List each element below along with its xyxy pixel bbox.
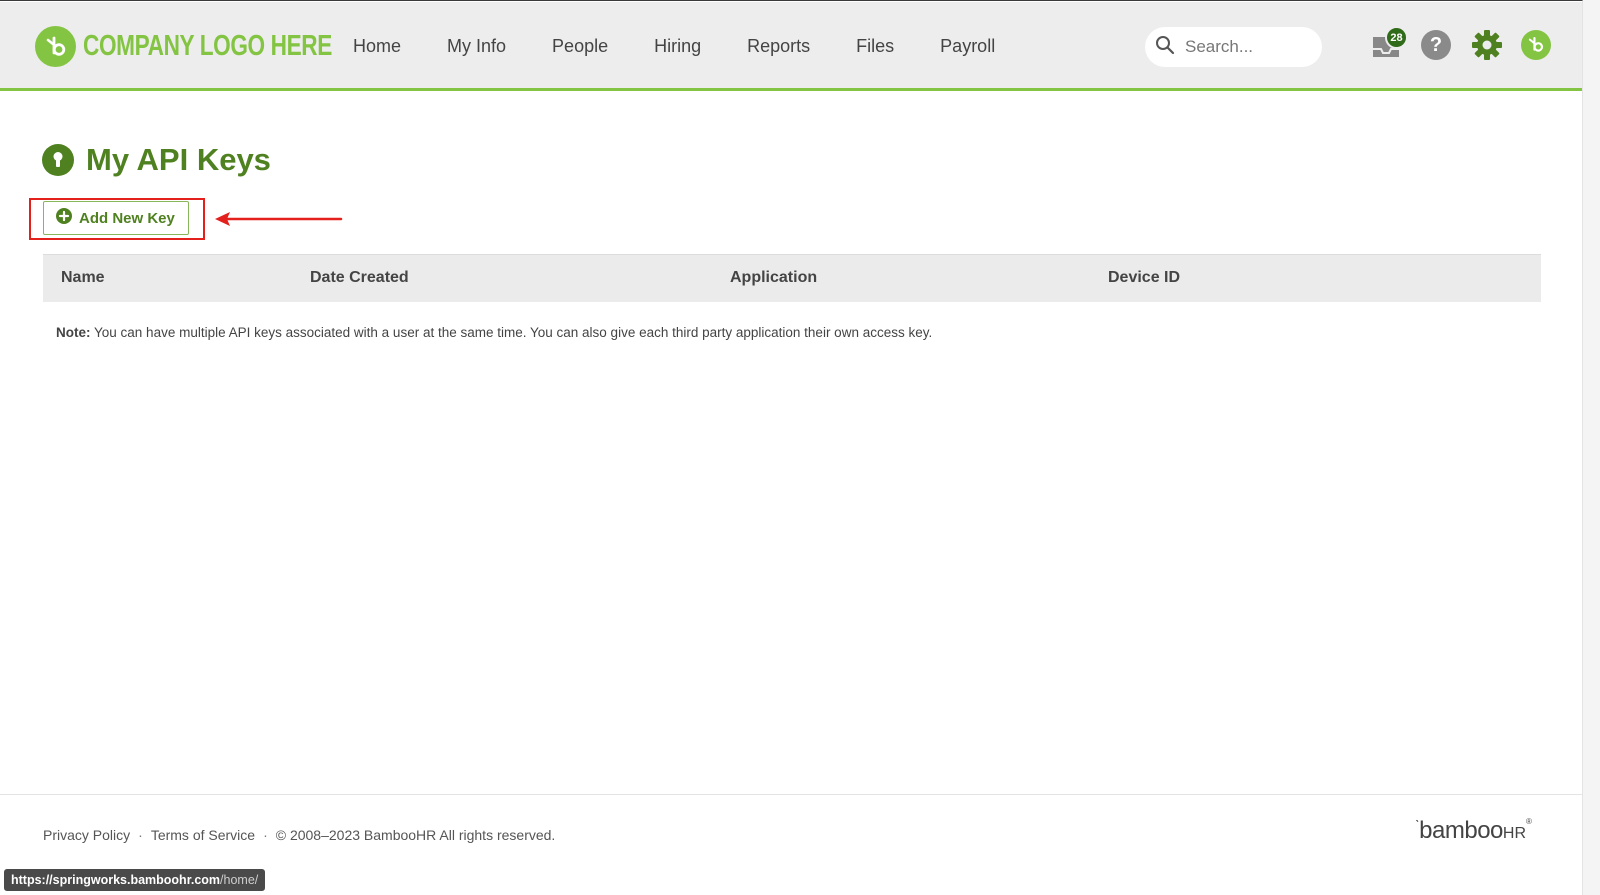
help-icon[interactable]: ? bbox=[1421, 30, 1451, 60]
main-nav: Home My Info People Hiring Reports Files… bbox=[330, 2, 1018, 91]
search-input[interactable] bbox=[1185, 37, 1315, 57]
privacy-policy-link[interactable]: Privacy Policy bbox=[43, 827, 130, 843]
page-heading: My API Keys bbox=[42, 142, 271, 178]
terms-of-service-link[interactable]: Terms of Service bbox=[151, 827, 255, 843]
column-date-created[interactable]: Date Created bbox=[310, 269, 409, 287]
nav-hiring[interactable]: Hiring bbox=[654, 36, 701, 57]
footer-separator: · bbox=[263, 827, 268, 843]
browser-window: COMPANY LOGO HERE Home My Info People Hi… bbox=[0, 0, 1583, 895]
inbox-count-badge: 28 bbox=[1385, 26, 1408, 49]
window-edge bbox=[1583, 0, 1600, 895]
status-url-path: /home/ bbox=[220, 873, 259, 887]
bamboo-logo-icon bbox=[35, 26, 76, 67]
link-status-tooltip: https://springworks.bamboohr.com/home/ bbox=[4, 869, 266, 891]
search-box[interactable] bbox=[1145, 27, 1322, 67]
footer-links: Privacy Policy · Terms of Service · © 20… bbox=[43, 827, 555, 843]
brand-suffix: HR bbox=[1502, 825, 1527, 842]
note-label: Note: bbox=[56, 325, 91, 340]
add-new-key-label: Add New Key bbox=[79, 209, 175, 227]
nav-files[interactable]: Files bbox=[856, 36, 894, 57]
nav-my-info[interactable]: My Info bbox=[447, 36, 506, 57]
note-text: You can have multiple API keys associate… bbox=[90, 325, 933, 340]
api-keys-note: Note: You can have multiple API keys ass… bbox=[56, 325, 932, 340]
nav-payroll[interactable]: Payroll bbox=[940, 36, 995, 57]
footer-divider bbox=[0, 794, 1582, 795]
registered-mark-icon: ® bbox=[1526, 817, 1532, 826]
avatar[interactable] bbox=[1521, 30, 1551, 60]
copyright-text: © 2008–2023 BambooHR All rights reserved… bbox=[275, 827, 556, 843]
gear-icon[interactable] bbox=[1471, 29, 1503, 61]
plus-circle-icon bbox=[56, 207, 72, 229]
column-device-id[interactable]: Device ID bbox=[1108, 269, 1180, 287]
page-title: My API Keys bbox=[86, 142, 271, 177]
nav-home[interactable]: Home bbox=[353, 36, 401, 57]
api-keys-table-header: Name Date Created Application Device ID bbox=[43, 254, 1541, 302]
nav-people[interactable]: People bbox=[552, 36, 608, 57]
bamboohr-brand-logo[interactable]: ˋbambooHR® bbox=[1415, 817, 1532, 845]
column-application[interactable]: Application bbox=[730, 269, 817, 287]
status-url-host: https://springworks.bamboohr.com bbox=[11, 873, 221, 887]
top-header: COMPANY LOGO HERE Home My Info People Hi… bbox=[0, 2, 1582, 91]
nav-reports[interactable]: Reports bbox=[747, 36, 810, 57]
add-new-key-button[interactable]: Add New Key bbox=[43, 201, 189, 235]
logo-text: COMPANY LOGO HERE bbox=[83, 30, 332, 62]
footer-separator: · bbox=[138, 827, 143, 843]
column-name[interactable]: Name bbox=[61, 269, 105, 287]
keyhole-icon bbox=[42, 144, 74, 176]
search-icon bbox=[1155, 35, 1175, 60]
brand-name: bamboo bbox=[1419, 817, 1503, 844]
annotation-arrow-icon bbox=[213, 209, 343, 234]
